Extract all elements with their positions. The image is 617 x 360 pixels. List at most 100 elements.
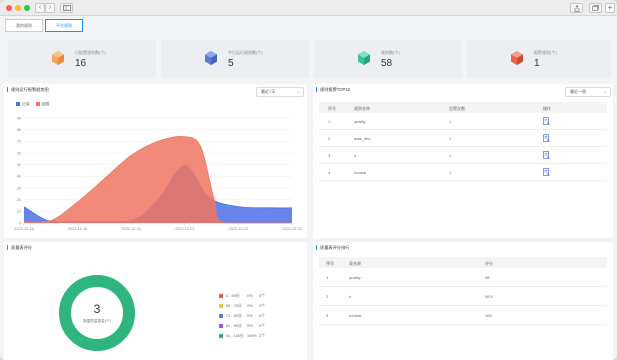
- minimize-window-button[interactable]: [15, 5, 21, 11]
- x-tick-label: 2022-12-19: [68, 227, 87, 231]
- table-row: 4 normal 1: [319, 164, 607, 181]
- zoom-window-button[interactable]: [24, 5, 30, 11]
- score-value: 98.5: [485, 294, 493, 299]
- donut-center-label: 数据质量数量(个): [83, 319, 111, 323]
- stat-value: 1: [534, 58, 540, 69]
- score-dist-title: 质量表评分: [7, 245, 32, 250]
- score-pct: 0%: [247, 314, 253, 318]
- score-count: 0个: [259, 304, 265, 308]
- stat-label: 今日运行规则数(个): [228, 50, 263, 55]
- stat-card-configured-rules: 已配置规则数(个) 16: [8, 40, 156, 78]
- table-header: 序号 规则名称 告警次数 操作: [319, 102, 607, 113]
- table-row: 3 normal 100: [319, 306, 607, 325]
- sidebar-toggle-button[interactable]: [60, 3, 73, 13]
- stat-value: 58: [381, 58, 393, 69]
- share-button[interactable]: [570, 3, 583, 13]
- table-header: 序号 表名称 评分: [319, 257, 607, 268]
- donut-center-value: 3: [93, 302, 101, 316]
- view-detail-icon[interactable]: [543, 168, 550, 176]
- dashboard-page: 我的规则 平台规则 已配置规则数(个) 16 今日运行规则数(个) 5 规则数(…: [0, 16, 617, 360]
- column-header: 序号: [326, 260, 334, 266]
- legend-swatch: [219, 334, 223, 338]
- score-rank-panel: 质量表评分排行 序号 表名称 评分 1 quality 98 2 k 98.5 3 norma…: [313, 242, 613, 360]
- legend-swatch: [219, 294, 223, 298]
- chevron-down-icon: ⌄: [603, 89, 607, 94]
- alarm-count: 1: [449, 153, 452, 158]
- row-index: 1: [326, 275, 329, 280]
- column-header: 评分: [485, 260, 493, 266]
- score-value: 100: [485, 313, 492, 318]
- alarm-count: 1: [449, 119, 452, 124]
- new-tab-button[interactable]: +: [605, 3, 615, 13]
- y-tick-label: 30: [17, 186, 21, 190]
- share-icon: [574, 5, 579, 12]
- table-name: normal: [349, 313, 362, 318]
- rule-name: normal: [354, 170, 367, 175]
- trend-chart: 0 10 20 30 40 50 60 70 80 90 2022-12-18 2022-12-19 2…: [14, 116, 301, 231]
- tabs-overview-button[interactable]: [589, 3, 602, 13]
- x-tick-label: 2022-12-18: [14, 227, 33, 231]
- stat-card-alarm-rules: 报警规则(个) 1: [467, 40, 611, 78]
- score-range: 60 - 70分: [226, 304, 242, 308]
- score-count: 0个: [259, 324, 265, 328]
- alarm-count: 1: [449, 136, 452, 141]
- alarm-count: 1: [449, 170, 452, 175]
- row-index: 1: [328, 119, 331, 124]
- back-button[interactable]: ‹: [35, 3, 45, 13]
- row-index: 3: [326, 313, 329, 318]
- tab-platform-rules[interactable]: 平台规则: [45, 19, 83, 32]
- y-tick-label: 60: [17, 151, 21, 155]
- legend-swatch: [219, 324, 223, 328]
- row-index: 2: [326, 294, 329, 299]
- cube-green-icon: [358, 51, 370, 65]
- score-pct: 0%: [247, 294, 253, 298]
- view-detail-icon[interactable]: [543, 134, 550, 142]
- y-tick-label: 70: [17, 140, 21, 144]
- legend-swatch: [219, 304, 223, 308]
- score-range: 81 - 90分: [226, 324, 242, 328]
- tabs-icon: [592, 5, 599, 11]
- stat-label: 规则数(个): [381, 50, 400, 55]
- tab-my-rules[interactable]: 我的规则: [5, 19, 43, 32]
- view-detail-icon[interactable]: [543, 117, 550, 125]
- forward-button[interactable]: ›: [45, 3, 55, 13]
- score-value: 98: [485, 275, 490, 280]
- score-range: 0 - 59分: [226, 294, 240, 298]
- stat-value: 16: [75, 58, 87, 69]
- y-tick-label: 40: [17, 175, 21, 179]
- row-index: 3: [328, 153, 331, 158]
- score-range: 91 - 100分: [226, 334, 244, 338]
- cube-blue-icon: [205, 51, 217, 65]
- rule-name: k: [354, 153, 356, 158]
- column-header: 规则名称: [354, 105, 370, 111]
- select-value: 最近一周: [570, 89, 586, 94]
- top10-range-select[interactable]: 最近一周 ⌄: [565, 87, 611, 97]
- view-detail-icon[interactable]: [543, 151, 550, 159]
- trend-panel: 规则运行报警趋势图 最近7天 ⌄ 正常 报警 0 10 20 30 40 50 60 70 80…: [4, 84, 307, 238]
- column-header: 操作: [543, 105, 551, 111]
- score-dist-panel: 质量表评分 3 数据质量数量(个) 0 - 59分 0% 0个 60 - 70分 0% 0…: [4, 242, 307, 360]
- close-window-button[interactable]: [6, 5, 12, 11]
- stat-value: 5: [228, 58, 234, 69]
- y-tick-label: 80: [17, 128, 21, 132]
- column-header: 序号: [328, 105, 336, 111]
- rule-name: data_dim: [354, 136, 371, 141]
- y-tick-label: 20: [17, 198, 21, 202]
- score-count: 3个: [259, 334, 265, 338]
- rule-name: quality: [354, 119, 366, 124]
- chevron-right-icon: ›: [48, 4, 52, 11]
- table-row: 1 quality 1: [319, 113, 607, 130]
- chevron-left-icon: ‹: [38, 4, 42, 11]
- table-row: 3 k 1: [319, 147, 607, 164]
- table-name: quality: [349, 275, 361, 280]
- top10-panel: 规则报警TOP10 最近一周 ⌄ 序号 规则名称 告警次数 操作 1 qualit…: [313, 84, 613, 238]
- table-row: 2 data_dim 1: [319, 130, 607, 147]
- cube-red-icon: [511, 51, 523, 65]
- y-tick-label: 0: [19, 221, 21, 225]
- top10-title: 规则报警TOP10: [316, 87, 350, 92]
- row-index: 4: [328, 170, 331, 175]
- score-pct: 0%: [247, 324, 253, 328]
- table-row: 1 quality 98: [319, 268, 607, 287]
- stat-label: 报警规则(个): [534, 50, 557, 55]
- x-tick-label: 2022-12-23: [282, 227, 301, 231]
